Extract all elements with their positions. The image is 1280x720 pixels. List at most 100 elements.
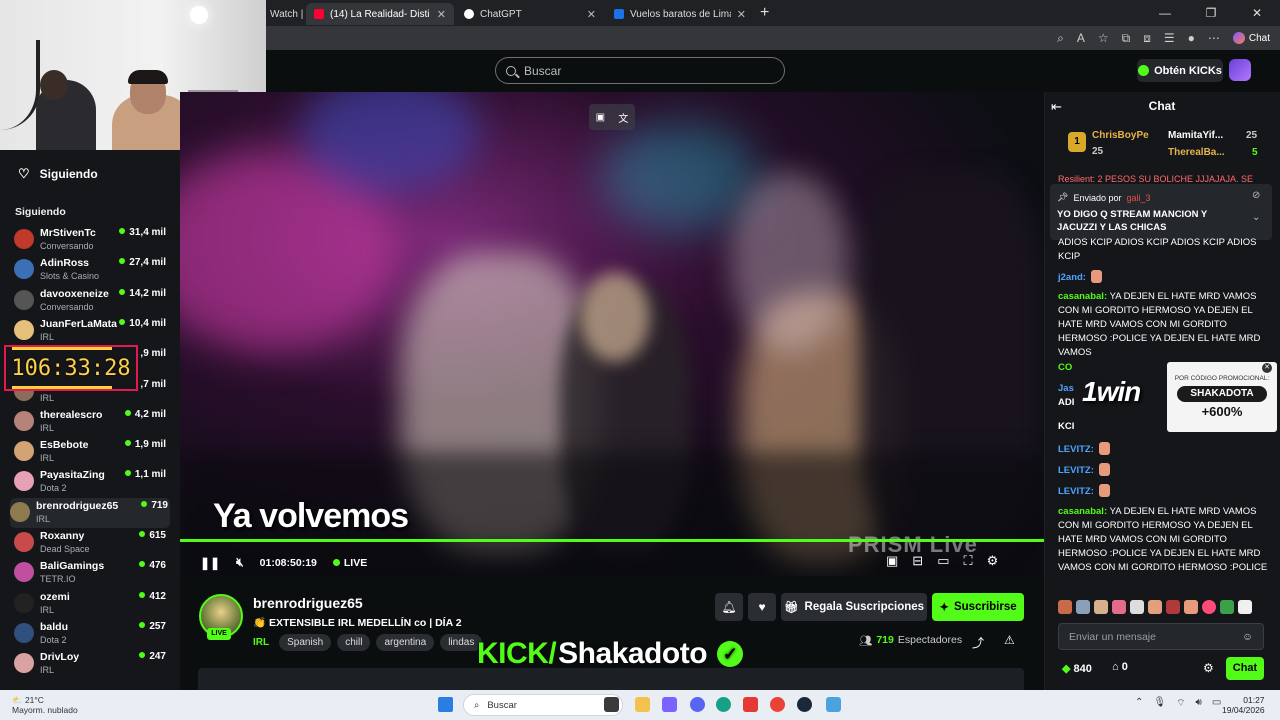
chat-username[interactable]: casanabal: [1058, 291, 1107, 302]
translate-icon[interactable]: 文 [618, 110, 628, 125]
emote[interactable] [1112, 600, 1126, 614]
emoji-picker-icon[interactable]: ☺ [1242, 631, 1253, 643]
emote[interactable] [1076, 600, 1090, 614]
tag[interactable]: chill [337, 634, 371, 651]
tag[interactable]: argentina [376, 634, 435, 651]
following-header[interactable]: ♡ Siguiendo [18, 166, 98, 182]
sidebar-channel[interactable]: Roxanny Dead Space 615 [14, 528, 168, 558]
emote[interactable] [1220, 600, 1234, 614]
close-tab-icon[interactable]: ✕ [437, 8, 446, 21]
chat-username[interactable]: ADI [1058, 397, 1074, 408]
chrome-icon[interactable] [770, 697, 785, 712]
sidebar-channel[interactable]: therealescro IRL 4,2 mil [14, 407, 168, 437]
chat-username[interactable]: LEVITZ: [1058, 444, 1094, 455]
store-counter[interactable]: ⌂ 0 [1112, 661, 1128, 673]
notepad-icon[interactable] [826, 697, 841, 712]
sidebar-channel[interactable]: JuanFerLaMata IRL 10,4 mil [14, 316, 168, 346]
new-tab-button[interactable]: + [760, 4, 769, 22]
search-input[interactable]: Buscar [495, 57, 785, 84]
mic-icon[interactable]: 🎙︎ [1153, 697, 1166, 710]
sidebar-channel[interactable]: brenrodriguez65 IRL 719 [10, 497, 170, 528]
pip-icon[interactable]: ▣ [886, 553, 898, 569]
get-kicks-button[interactable]: Obtén KICKs [1137, 59, 1223, 82]
streamer-name[interactable]: brenrodriguez65 [253, 595, 363, 611]
pause-icon[interactable]: ❚❚ [200, 556, 220, 570]
sidebar-channel[interactable]: AdinRoss Slots & Casino 27,4 mil [14, 255, 168, 285]
subscribe-button[interactable]: ✦ Suscribirse [932, 593, 1024, 621]
edge-icon[interactable] [716, 697, 731, 712]
windows-start-icon[interactable] [438, 697, 453, 712]
chat-username[interactable]: LEVITZ: [1058, 486, 1094, 497]
report-warning-icon[interactable]: ⚠ [1004, 633, 1015, 647]
close-tab-icon[interactable]: ✕ [587, 8, 596, 21]
leader-name[interactable]: MamitaYif... [1168, 130, 1223, 141]
user-avatar[interactable] [1229, 59, 1251, 81]
close-window-button[interactable]: ✕ [1234, 0, 1280, 26]
copilot-icon[interactable] [662, 697, 677, 712]
send-chat-button[interactable]: Chat [1226, 657, 1264, 680]
chat-username[interactable]: LEVITZ: [1058, 465, 1094, 476]
sidebar-channel[interactable]: ozemi IRL 412 [14, 589, 168, 619]
fullscreen-icon[interactable]: ⛶ [964, 553, 973, 569]
chat-settings-icon[interactable]: ⚙ [1203, 661, 1214, 675]
copilot-chat-button[interactable]: Chat [1232, 32, 1270, 44]
unpin-icon[interactable]: ⊘ [1252, 190, 1260, 201]
chat-username[interactable]: Jas [1058, 383, 1074, 394]
discord-icon[interactable] [690, 697, 705, 712]
sidebar-channel[interactable]: EsBebote IRL 1,9 mil [14, 437, 168, 467]
battery-icon[interactable]: ▭ [1212, 697, 1221, 710]
close-tab-icon[interactable]: ✕ [737, 8, 746, 21]
close-promo-icon[interactable]: ✕ [1262, 363, 1272, 373]
sidebar-channel[interactable]: DrivLoy IRL 247 [14, 649, 168, 679]
chat-username[interactable]: j2and: [1058, 272, 1086, 283]
notifications-bell-button[interactable]: 🔔︎ [715, 593, 743, 621]
tag[interactable]: lindas [440, 634, 483, 651]
emote[interactable] [1238, 600, 1252, 614]
sidebar-channel[interactable]: MrStivenTc Conversando 31,4 mil [14, 225, 168, 255]
theater-mode-icon[interactable]: ▭ [937, 553, 949, 569]
taskbar-search[interactable]: ⌕ Buscar [463, 694, 623, 716]
emote[interactable] [1166, 600, 1180, 614]
video-progress-bar[interactable] [180, 539, 1044, 542]
emote[interactable] [1184, 600, 1198, 614]
task-view-icon[interactable] [604, 697, 619, 712]
stream-category[interactable]: IRL [253, 637, 269, 648]
chat-username[interactable]: casanabal: [1058, 506, 1107, 517]
chat-message-input[interactable]: Enviar un mensaje ☺ [1058, 623, 1264, 650]
gift-subs-button[interactable]: 🎁︎ Regala Suscripciones [781, 593, 927, 621]
sidebar-channel[interactable]: PayasitaZing Dota 2 1,1 mil [14, 467, 168, 497]
split-screen-icon[interactable]: ⧈ [1143, 31, 1151, 46]
tab-chatgpt[interactable]: ChatGPT ✕ [456, 3, 604, 25]
share-icon[interactable]: ⤴ [972, 634, 984, 651]
more-icon[interactable]: ⋯ [1208, 31, 1220, 45]
minimize-button[interactable]: — [1142, 0, 1188, 26]
chevron-up-icon[interactable]: ⌃ [1135, 697, 1143, 710]
steam-icon[interactable] [797, 697, 812, 712]
leader-name[interactable]: ChrisBoyPe [1092, 130, 1149, 141]
read-aloud-icon[interactable]: A [1077, 31, 1085, 45]
emote[interactable] [1130, 600, 1144, 614]
kicks-balance[interactable]: ◆ 840 [1062, 662, 1092, 675]
chevron-down-icon[interactable]: ⌄ [1252, 212, 1260, 223]
weather-widget[interactable]: ⛅ 21°C Mayorm. nublado [12, 695, 78, 715]
wifi-icon[interactable]: ⌔ [1176, 697, 1185, 710]
zoom-icon[interactable]: ⌕ [1057, 31, 1064, 46]
favorite-star-icon[interactable]: ☆ [1098, 31, 1109, 45]
follow-heart-button[interactable]: ♥ [748, 593, 776, 621]
emote[interactable] [1148, 600, 1162, 614]
screenshot-icon[interactable]: ▣ [596, 112, 605, 123]
leader-name[interactable]: TherealBa... [1168, 147, 1225, 158]
chat-username[interactable]: KCI [1058, 421, 1074, 432]
pinned-by-user[interactable]: gali_3 [1126, 193, 1150, 203]
emote[interactable] [1058, 600, 1072, 614]
sidebar-channel[interactable]: davooxeneize Conversando 14,2 mil [14, 286, 168, 316]
tab-watch[interactable]: Watch |✕ [262, 3, 304, 25]
taskbar-clock[interactable]: 01:27 19/04/2026 [1222, 695, 1265, 715]
volume-icon[interactable]: 🔊︎ [1196, 697, 1202, 710]
favorites-icon[interactable]: ☰ [1164, 31, 1175, 45]
extensions-icon[interactable]: ⧉ [1122, 31, 1131, 46]
file-explorer-icon[interactable] [635, 697, 650, 712]
chat-username[interactable]: CO [1058, 362, 1072, 373]
clip-icon[interactable]: ⊟ [912, 553, 923, 569]
tag[interactable]: Spanish [279, 634, 332, 651]
